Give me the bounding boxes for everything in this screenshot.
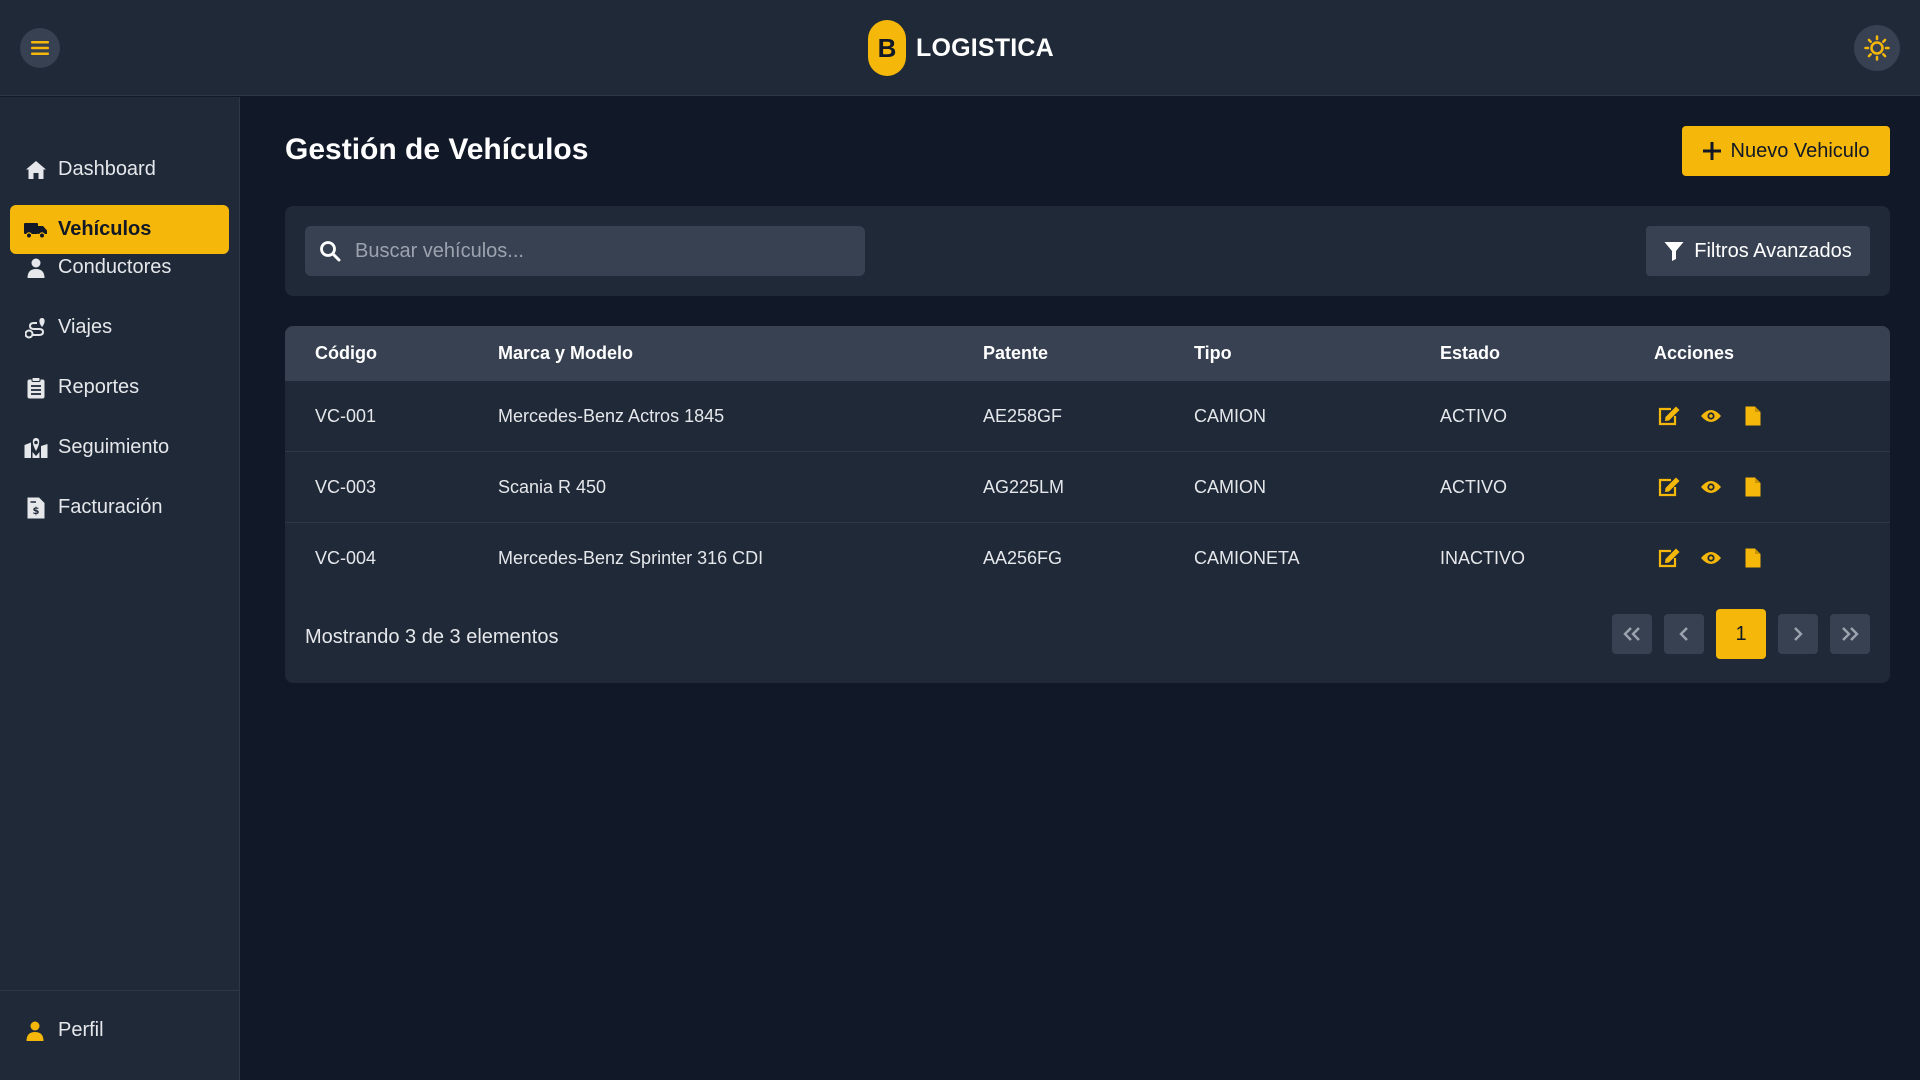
table-row[interactable]: VC-003 Scania R 450 AG225LM CAMION ACTIV… <box>285 452 1890 523</box>
table-row[interactable]: VC-001 Mercedes-Benz Actros 1845 AE258GF… <box>285 381 1890 452</box>
sidebar-item-reportes[interactable]: Reportes <box>10 363 229 412</box>
sun-icon <box>1864 35 1890 61</box>
cell-tipo: CAMION <box>1194 406 1266 426</box>
sidebar-item-label: Reportes <box>58 376 140 398</box>
invoice-icon: $ <box>24 496 48 520</box>
new-vehicle-button[interactable]: Nuevo Vehiculo <box>1682 126 1890 176</box>
column-header-acciones: Acciones <box>1654 343 1735 363</box>
user-icon <box>24 256 48 280</box>
cell-patente: AE258GF <box>983 406 1063 426</box>
sidebar-footer: Perfil <box>0 990 239 1080</box>
theme-toggle-button[interactable] <box>1854 25 1900 71</box>
user-icon <box>26 1021 44 1041</box>
clipboard-icon <box>24 376 48 400</box>
page-title: Gestión de Vehículos <box>285 133 589 166</box>
eye-icon[interactable] <box>1699 404 1723 428</box>
top-bar: B LOGISTICA <box>0 0 1920 96</box>
profile-label: Perfil <box>58 1019 104 1041</box>
previous-page-button[interactable] <box>1664 614 1704 654</box>
cell-marca-modelo: Mercedes-Benz Actros 1845 <box>498 406 725 426</box>
sidebar: Dashboard Vehículos Conductores Viajes R… <box>0 97 240 1080</box>
cell-estado: INACTIVO <box>1440 548 1526 568</box>
chevron-right-icon <box>1794 627 1803 641</box>
document-icon[interactable] <box>1741 546 1765 570</box>
search-input[interactable] <box>355 239 855 263</box>
home-icon <box>24 158 48 182</box>
sidebar-item-facturacion[interactable]: $ Facturación <box>10 483 229 532</box>
search-box <box>305 226 865 276</box>
results-count: Mostrando 3 de 3 elementos <box>305 626 559 648</box>
cell-patente: AG225LM <box>983 477 1065 497</box>
column-header-codigo[interactable]: Código <box>315 343 377 364</box>
cell-tipo: CAMIONETA <box>1194 548 1300 568</box>
first-page-button[interactable] <box>1612 614 1652 654</box>
cell-codigo: VC-001 <box>315 406 377 426</box>
document-icon[interactable] <box>1741 404 1765 428</box>
column-header-patente[interactable]: Patente <box>983 343 1048 364</box>
new-vehicle-label: Nuevo Vehiculo <box>1730 139 1870 162</box>
chevron-left-icon <box>1679 627 1688 641</box>
edit-icon[interactable] <box>1657 404 1681 428</box>
profile-link[interactable]: Perfil <box>26 1019 104 1042</box>
edit-icon[interactable] <box>1657 475 1681 499</box>
vehicles-table: Código Marca y Modelo Patente Tipo Estad… <box>285 326 1890 683</box>
app-name: LOGISTICA <box>916 33 1054 62</box>
search-icon <box>320 241 341 262</box>
column-header-estado[interactable]: Estado <box>1440 343 1500 364</box>
current-page-button[interactable]: 1 <box>1716 609 1766 659</box>
cell-tipo: CAMION <box>1194 477 1266 497</box>
double-chevron-left-icon <box>1623 627 1640 641</box>
cell-patente: AA256FG <box>983 548 1063 568</box>
advanced-filters-label: Filtros Avanzados <box>1694 239 1852 262</box>
double-chevron-right-icon <box>1842 627 1859 641</box>
cell-estado: ACTIVO <box>1440 406 1508 426</box>
edit-icon[interactable] <box>1657 546 1681 570</box>
sidebar-item-seguimiento[interactable]: Seguimiento <box>10 423 229 472</box>
filter-icon <box>1664 242 1684 261</box>
advanced-filters-button[interactable]: Filtros Avanzados <box>1646 226 1870 276</box>
cell-codigo: VC-004 <box>315 548 377 568</box>
route-icon <box>24 316 48 340</box>
sidebar-item-label: Facturación <box>58 496 163 518</box>
sidebar-item-label: Vehículos <box>58 218 152 240</box>
menu-toggle-button[interactable] <box>20 28 60 68</box>
next-page-button[interactable] <box>1778 614 1818 654</box>
last-page-button[interactable] <box>1830 614 1870 654</box>
sidebar-item-label: Conductores <box>58 256 172 278</box>
cell-marca-modelo: Scania R 450 <box>498 477 607 497</box>
column-header-tipo[interactable]: Tipo <box>1194 343 1232 364</box>
sidebar-item-label: Seguimiento <box>58 436 170 458</box>
column-header-marca-modelo[interactable]: Marca y Modelo <box>498 343 633 364</box>
row-actions <box>1657 475 1765 499</box>
sidebar-item-conductores[interactable]: Conductores <box>10 243 229 292</box>
brand: B LOGISTICA <box>868 20 1054 76</box>
brand-logo: B <box>868 20 906 76</box>
eye-icon[interactable] <box>1699 475 1723 499</box>
pagination: 1 <box>1612 609 1870 659</box>
document-icon[interactable] <box>1741 475 1765 499</box>
sidebar-item-label: Viajes <box>58 316 113 338</box>
sidebar-item-viajes[interactable]: Viajes <box>10 303 229 352</box>
map-marker-icon <box>24 436 48 460</box>
sidebar-item-dashboard[interactable]: Dashboard <box>10 145 229 194</box>
cell-estado: ACTIVO <box>1440 477 1508 497</box>
svg-text:$: $ <box>33 506 40 517</box>
plus-icon <box>1702 142 1721 160</box>
cell-marca-modelo: Mercedes-Benz Sprinter 316 CDI <box>498 548 764 568</box>
sidebar-item-label: Dashboard <box>58 158 156 180</box>
hamburger-icon <box>31 41 49 55</box>
truck-icon <box>24 218 48 242</box>
row-actions <box>1657 404 1765 428</box>
table-header: Código Marca y Modelo Patente Tipo Estad… <box>285 326 1890 381</box>
table-row[interactable]: VC-004 Mercedes-Benz Sprinter 316 CDI AA… <box>285 523 1890 594</box>
cell-codigo: VC-003 <box>315 477 377 497</box>
search-panel: Filtros Avanzados <box>285 206 1890 296</box>
eye-icon[interactable] <box>1699 546 1723 570</box>
row-actions <box>1657 546 1765 570</box>
